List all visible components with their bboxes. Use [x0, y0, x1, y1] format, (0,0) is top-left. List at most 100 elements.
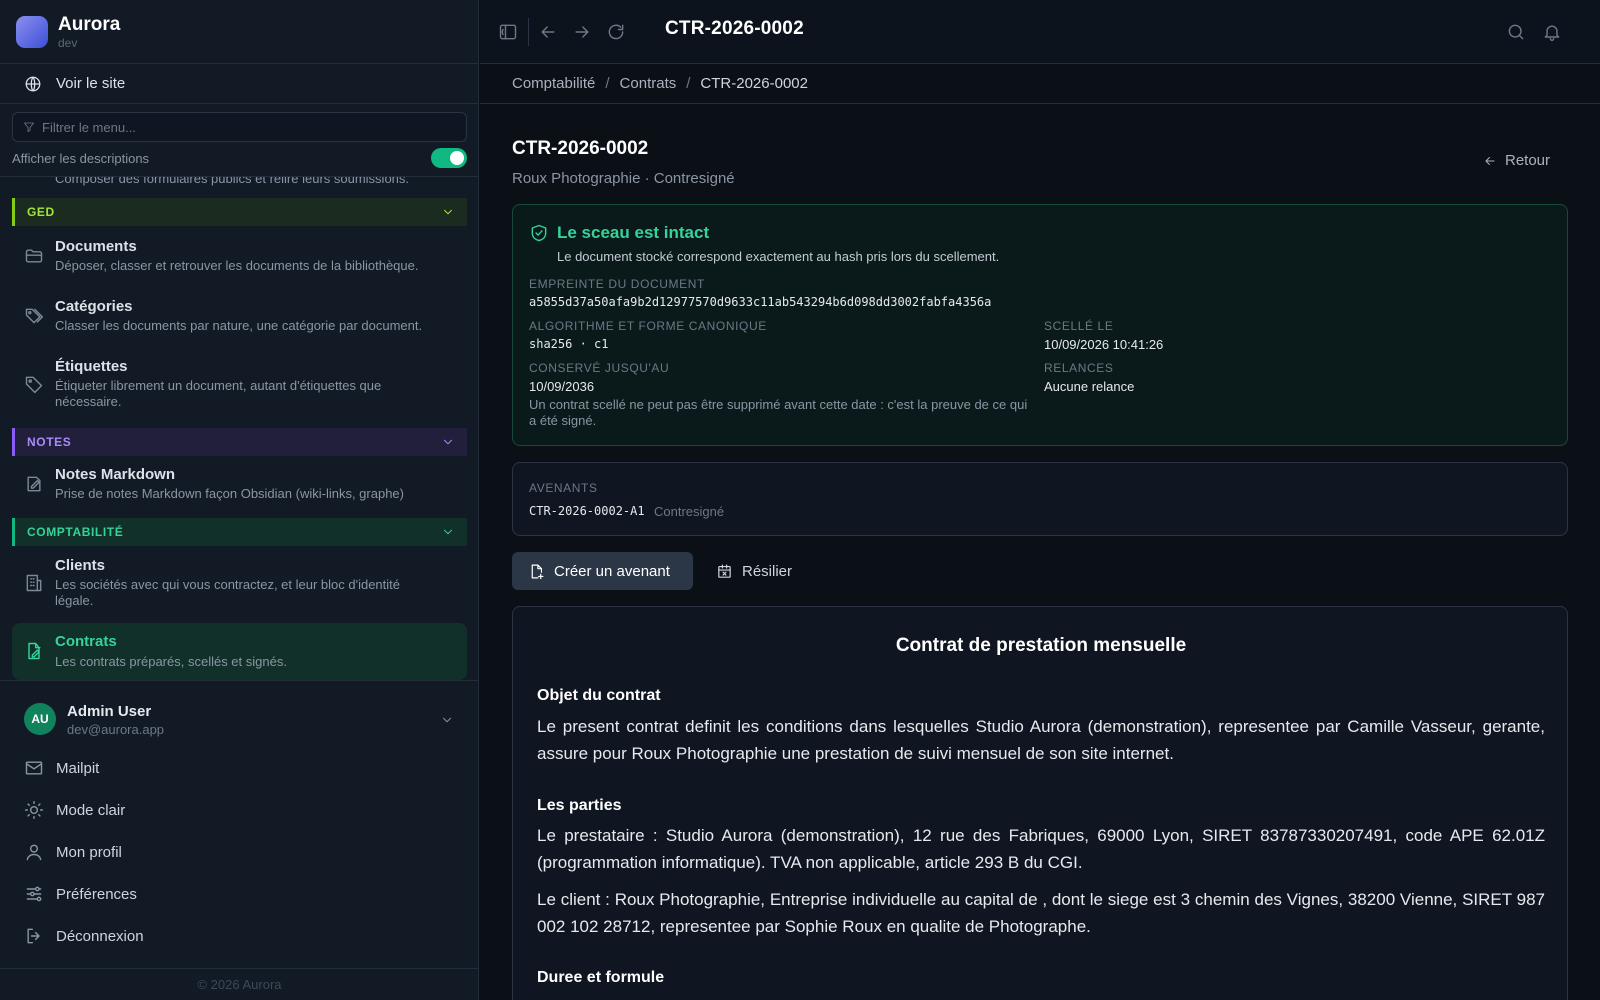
sidebar-item-desc: Classer les documents par nature, une ca…: [55, 318, 423, 333]
logout-link[interactable]: Déconnexion: [24, 924, 144, 948]
arrow-left-icon: [1483, 154, 1497, 168]
seal-title: Le sceau est intact: [557, 223, 710, 242]
page-title: CTR-2026-0002: [512, 138, 649, 159]
amendment-status: Contresigné: [654, 504, 725, 519]
contract-document: Contrat de prestation mensuelle Objet du…: [512, 606, 1568, 1000]
globe-icon: [24, 75, 42, 93]
forward-arrow-icon[interactable]: [572, 22, 592, 42]
building-icon: [24, 573, 44, 593]
show-descriptions-toggle[interactable]: [431, 148, 467, 168]
contract-heading-object: Objet du contrat: [537, 687, 661, 704]
sidebar-item-desc: Étiqueter librement un document, autant …: [55, 378, 382, 409]
tag-icon: [24, 374, 44, 394]
folder-icon: [24, 246, 44, 266]
avatar[interactable]: AU: [24, 703, 56, 735]
sidebar-item-title: Clients: [55, 557, 106, 574]
tags-icon: [24, 306, 44, 326]
logout-label: Déconnexion: [56, 927, 144, 945]
sidebar-item-contrats[interactable]: Contrats Les contrats préparés, scellés …: [12, 623, 467, 680]
mailpit-link[interactable]: Mailpit: [24, 756, 99, 780]
amendments-panel: AVENANTS CTR-2026-0002-A1 Contresigné: [512, 462, 1568, 536]
kept-until-note: Un contrat scellé ne peut pas être suppr…: [529, 397, 1028, 428]
shield-check-icon: [529, 223, 549, 243]
logout-icon: [24, 926, 44, 946]
chevron-down-icon: [441, 435, 455, 449]
sidebar-item-desc: Déposer, classer et retrouver les docume…: [55, 258, 419, 273]
back-button[interactable]: Retour: [1483, 152, 1550, 169]
sidebar-item-title: Contrats: [55, 633, 117, 650]
sidebar-item-notes-markdown[interactable]: Notes Markdown Prise de notes Markdown f…: [12, 462, 467, 516]
breadcrumb-item[interactable]: Comptabilité: [512, 75, 595, 92]
filter-icon: [23, 121, 35, 133]
reminders-value: Aucune relance: [1044, 379, 1135, 394]
terminate-button[interactable]: Résilier: [716, 552, 792, 590]
sidebar-item-etiquettes[interactable]: Étiquettes Étiqueter librement un docume…: [12, 354, 467, 424]
sidebar-item-documents[interactable]: Documents Déposer, classer et retrouver …: [12, 234, 467, 288]
calendar-x-icon: [716, 563, 733, 580]
section-ged[interactable]: GED: [12, 198, 467, 226]
search-icon[interactable]: [1506, 22, 1526, 42]
section-notes[interactable]: NOTES: [12, 428, 467, 456]
bell-icon[interactable]: [1542, 22, 1562, 42]
create-amendment-button[interactable]: Créer un avenant: [512, 552, 693, 590]
view-site-link[interactable]: Voir le site: [0, 64, 479, 104]
breadcrumb-item[interactable]: Contrats: [620, 75, 677, 92]
preferences-link[interactable]: Préférences: [24, 882, 137, 906]
topbar: CTR-2026-0002: [480, 0, 1600, 64]
menu-item-partial-desc: Composer des formulaires publics et reli…: [55, 176, 410, 186]
fingerprint-value: a5855d37a50afa9b2d12977570d9633c11ab5432…: [529, 295, 992, 309]
chevron-down-icon: [441, 205, 455, 219]
breadcrumb-current: CTR-2026-0002: [700, 75, 808, 92]
page-subtitle: Roux Photographie · Contresigné: [512, 170, 735, 187]
topbar-title: CTR-2026-0002: [665, 18, 804, 39]
user-name[interactable]: Admin User: [67, 703, 151, 720]
file-plus-icon: [528, 563, 545, 580]
contract-heading-parties: Les parties: [537, 797, 622, 814]
sidebar-item-desc: Prise de notes Markdown façon Obsidian (…: [55, 486, 404, 501]
sun-icon: [24, 800, 44, 820]
app-logo[interactable]: [16, 16, 48, 48]
sealed-at-value: 10/09/2026 10:41:26: [1044, 337, 1164, 352]
back-label: Retour: [1505, 152, 1551, 169]
section-notes-label: NOTES: [27, 435, 72, 449]
breadcrumb-separator: /: [605, 75, 610, 92]
fingerprint-label: EMPREINTE DU DOCUMENT: [529, 277, 705, 291]
copyright: © 2026 Aurora: [0, 968, 479, 1000]
contract-paragraph: Le present contrat definit les condition…: [537, 717, 1545, 763]
user-email: dev@aurora.app: [67, 722, 165, 737]
sidebar-toggle-icon[interactable]: [498, 22, 518, 42]
sidebar: Aurora dev Voir le site Filtrer le menu.…: [0, 0, 479, 1000]
menu-list[interactable]: Composer des formulaires publics et reli…: [0, 176, 479, 680]
sidebar-item-clients[interactable]: Clients Les sociétés avec qui vous contr…: [12, 553, 467, 623]
chevron-down-icon[interactable]: [440, 713, 454, 727]
preferences-label: Préférences: [56, 885, 137, 903]
section-comptabilite[interactable]: COMPTABILITÉ: [12, 518, 467, 546]
back-arrow-icon[interactable]: [538, 22, 558, 42]
profile-link[interactable]: Mon profil: [24, 840, 122, 864]
app-env: dev: [58, 36, 78, 50]
refresh-icon[interactable]: [606, 22, 626, 42]
algorithm-label: ALGORITHME ET FORME CANONIQUE: [529, 319, 767, 333]
contract-edit-icon: [24, 641, 44, 661]
kept-until-value: 10/09/2036: [529, 379, 595, 394]
breadcrumb: Comptabilité / Contrats / CTR-2026-0002: [480, 64, 1600, 104]
note-edit-icon: [24, 474, 44, 494]
section-comptabilite-label: COMPTABILITÉ: [27, 525, 124, 539]
chevron-down-icon: [441, 525, 455, 539]
user-icon: [24, 842, 44, 862]
create-amendment-label: Créer un avenant: [554, 562, 670, 580]
contract-paragraph: Le client : Roux Photographie, Entrepris…: [537, 890, 1545, 936]
sealed-at-label: SCELLÉ LE: [1044, 319, 1114, 333]
section-ged-label: GED: [27, 205, 55, 219]
kept-until-label: CONSERVÉ JUSQU'AU: [529, 361, 670, 375]
contract-paragraph: Le prestataire : Studio Aurora (demonstr…: [537, 826, 1545, 872]
menu-filter-input[interactable]: Filtrer le menu...: [12, 112, 467, 142]
sidebar-item-categories[interactable]: Catégories Classer les documents par nat…: [12, 294, 467, 348]
sliders-icon: [24, 884, 44, 904]
light-mode-toggle[interactable]: Mode clair: [24, 798, 125, 822]
seal-status-panel: Le sceau est intact Le document stocké c…: [512, 204, 1568, 446]
mailpit-label: Mailpit: [56, 759, 100, 777]
profile-label: Mon profil: [56, 843, 122, 861]
amendment-ref[interactable]: CTR-2026-0002-A1: [529, 504, 645, 518]
user-area: AU Admin User dev@aurora.app Mailpit Mod…: [0, 680, 479, 970]
